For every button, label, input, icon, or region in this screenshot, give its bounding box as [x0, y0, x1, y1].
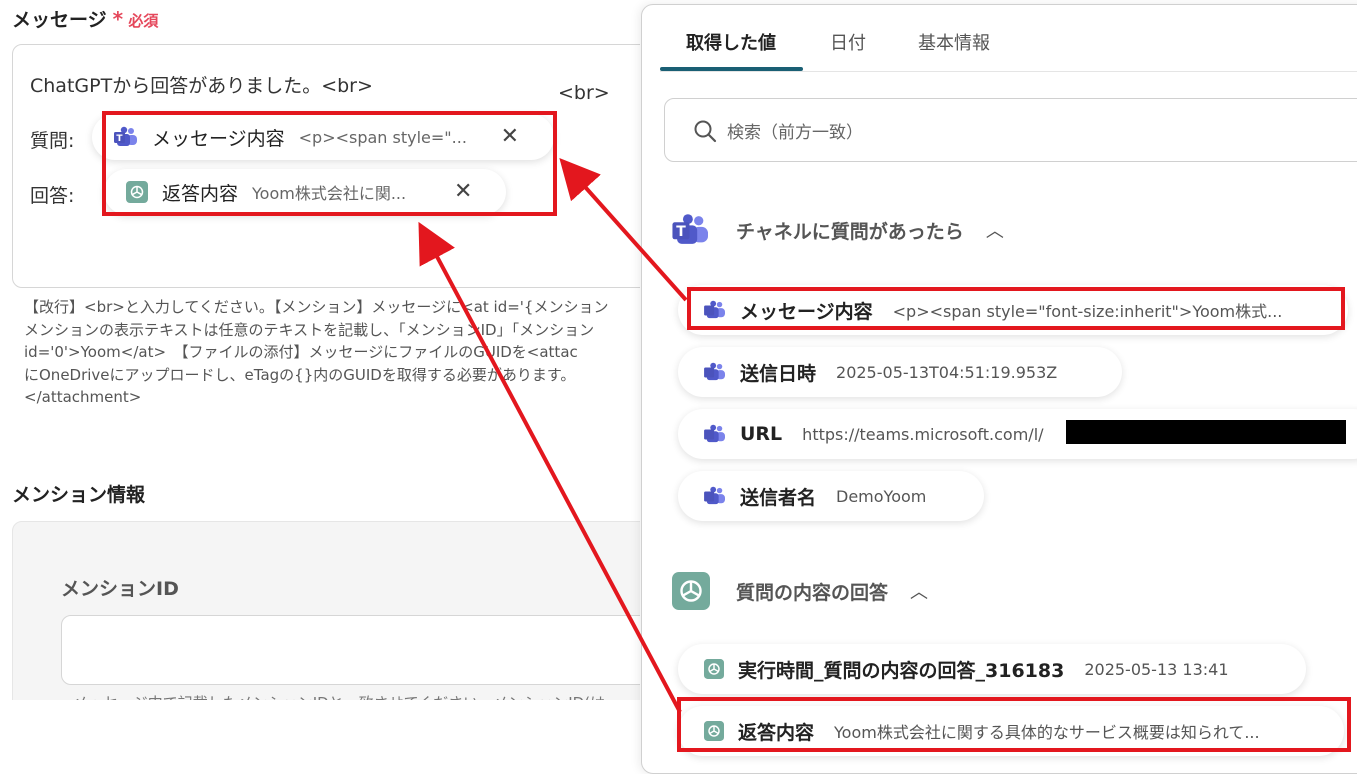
- arrow-to-question-chip: [559, 158, 688, 302]
- arrow-to-answer-chip: [418, 221, 682, 713]
- annotation-arrows: [418, 158, 688, 713]
